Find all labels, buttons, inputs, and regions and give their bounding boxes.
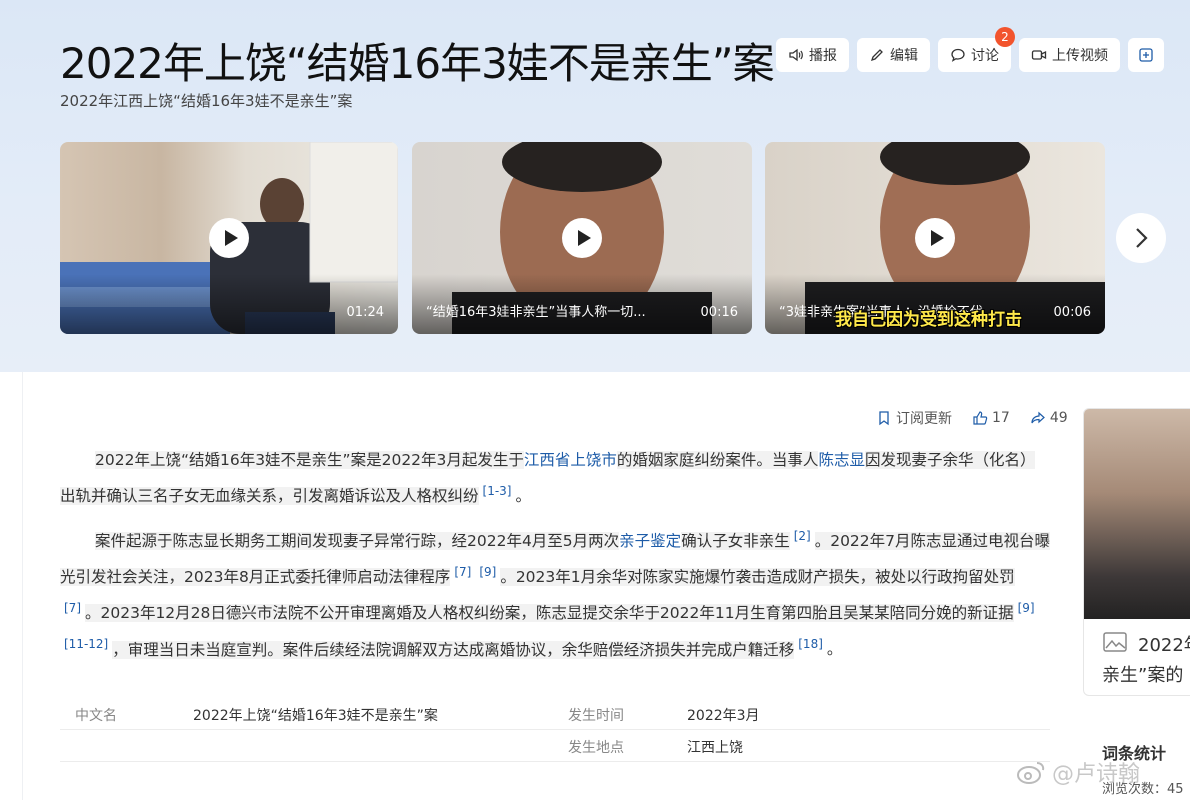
video-card[interactable]: 01:24 <box>60 142 398 334</box>
discuss-label: 讨论 <box>971 48 999 64</box>
plus-square-icon <box>1139 48 1153 62</box>
subscribe-label: 订阅更新 <box>896 411 952 427</box>
link-chen-zhixian[interactable]: 陈志显 <box>818 451 865 469</box>
side-card-image <box>1084 409 1190 619</box>
edit-button[interactable]: 编辑 <box>857 38 930 72</box>
side-summary-card[interactable]: 2022年 亲生”案的 <box>1083 408 1190 696</box>
weibo-icon <box>1017 762 1045 784</box>
video-duration: 00:06 <box>1053 305 1091 320</box>
play-button[interactable] <box>562 218 602 258</box>
upload-video-label: 上传视频 <box>1052 48 1108 64</box>
like-button[interactable]: 17 <box>972 408 1010 428</box>
image-icon <box>1103 632 1127 652</box>
like-count: 17 <box>992 410 1010 426</box>
reference-link[interactable]: [7] <box>64 601 81 615</box>
reference-link[interactable]: [9] <box>1018 601 1035 615</box>
detail-paragraph: 案件起源于陈志显长期务工期间发现妻子异常行踪，经2022年4月至5月两次亲子鉴定… <box>60 521 1051 666</box>
video-card[interactable]: “3娃非亲生案”当事人：设婚检不代... 我自己因为受到这种打击 00:06 <box>765 142 1105 334</box>
play-button[interactable] <box>915 218 955 258</box>
info-row: 中文名 2022年上饶“结婚16年3娃不是亲生”案 发生时间 2022年3月 <box>60 698 1050 730</box>
subscribe-button[interactable]: 订阅更新 <box>876 408 952 428</box>
play-icon <box>930 230 944 246</box>
info-value-chinese-name: 2022年上饶“结婚16年3娃不是亲生”案 <box>193 708 438 724</box>
discuss-count-badge: 2 <box>995 27 1015 47</box>
text-run: 。2023年12月28日德兴市法院不公开审理离婚及人格权纠纷案，陈志显提交余华于… <box>85 604 1014 623</box>
info-value-location: 江西上饶 <box>687 740 743 756</box>
reference-link[interactable]: [2] <box>794 529 811 543</box>
watermark: @卢诗翰 <box>1016 756 1140 788</box>
share-count: 49 <box>1049 410 1068 426</box>
toolbar: 播报 编辑 讨论 2 上传视频 <box>776 27 1164 72</box>
add-button[interactable] <box>1128 38 1164 72</box>
text-run: 。 <box>515 487 531 506</box>
video-camera-icon <box>1031 50 1047 60</box>
play-icon <box>224 230 238 246</box>
page-title: 2022年上饶“结婚16年3娃不是亲生”案 <box>60 39 775 88</box>
watermark-text: @卢诗翰 <box>1052 762 1141 787</box>
video-subtitle-text: 我自己因为受到这种打击 <box>835 310 1022 330</box>
reference-link[interactable]: [7] <box>454 565 471 579</box>
side-card-title-2: 亲生”案的 <box>1102 665 1184 686</box>
edit-label: 编辑 <box>890 48 918 64</box>
share-icon <box>1031 411 1045 424</box>
discuss-button[interactable]: 讨论 2 <box>938 27 1015 72</box>
left-divider <box>22 372 23 800</box>
info-label-chinese-name: 中文名 <box>75 708 117 724</box>
chevron-right-icon <box>1136 228 1148 248</box>
share-button[interactable]: 49 <box>1030 408 1068 428</box>
reference-link[interactable]: [18] <box>798 637 823 651</box>
carousel-next-button[interactable] <box>1116 213 1166 263</box>
entry-actions: 订阅更新 17 49 <box>876 408 1068 428</box>
info-value-time: 2022年3月 <box>687 708 760 724</box>
broadcast-button[interactable]: 播报 <box>776 38 849 72</box>
reference-link[interactable]: [11-12] <box>64 637 108 651</box>
info-row: 发生地点 江西上饶 <box>60 730 1050 762</box>
play-icon <box>577 230 591 246</box>
upload-video-button[interactable]: 上传视频 <box>1019 38 1120 72</box>
video-shade <box>60 274 398 334</box>
bookmark-icon <box>879 411 889 426</box>
info-label-location: 发生地点 <box>568 740 624 756</box>
text-run: ，审理当日未当庭宣判。案件后续经法院调解双方达成离婚协议，余华赔偿经济损失并完成… <box>112 640 795 659</box>
text-run: 2022年上饶“结婚16年3娃不是亲生”案是2022年3月起发生于 <box>95 451 524 469</box>
pencil-icon <box>870 49 883 62</box>
side-card-title: 2022年 <box>1138 635 1190 656</box>
basic-info-table: 中文名 2022年上饶“结婚16年3娃不是亲生”案 发生时间 2022年3月 发… <box>60 698 1050 762</box>
reference-link[interactable]: [9] <box>479 565 496 579</box>
chat-bubble-icon <box>951 48 965 62</box>
summary-paragraph: 2022年上饶“结婚16年3娃不是亲生”案是2022年3月起发生于江西省上饶市的… <box>60 445 1050 512</box>
text-run: 案件起源于陈志显长期务工期间发现妻子异常行踪，经2022年4月至5月两次 <box>95 532 620 551</box>
info-label-time: 发生时间 <box>568 708 624 724</box>
page-subtitle: 2022年江西上饶“结婚16年3娃不是亲生”案 <box>60 92 353 110</box>
text-run: 的婚姻家庭纠纷案件。当事人 <box>616 451 819 469</box>
video-card[interactable]: “结婚16年3娃非亲生”当事人称一切... 00:16 <box>412 142 752 334</box>
speaker-icon <box>789 48 803 62</box>
play-button[interactable] <box>209 218 249 258</box>
reference-link[interactable]: [1-3] <box>483 484 512 498</box>
text-run: 确认子女非亲生 <box>681 532 790 551</box>
video-duration: 00:16 <box>700 305 738 320</box>
video-caption: “结婚16年3娃非亲生”当事人称一切... <box>426 305 646 320</box>
broadcast-label: 播报 <box>809 48 837 64</box>
text-run: 。2023年1月余华对陈家实施爆竹袭击造成财产损失，被处以行政拘留处罚 <box>500 568 1015 587</box>
link-jiangxi-shangrao[interactable]: 江西省上饶市 <box>524 451 617 469</box>
video-duration: 01:24 <box>346 305 384 320</box>
text-run: 。 <box>826 640 843 659</box>
thumbs-up-icon <box>973 411 988 425</box>
link-paternity-test[interactable]: 亲子鉴定 <box>619 532 681 550</box>
